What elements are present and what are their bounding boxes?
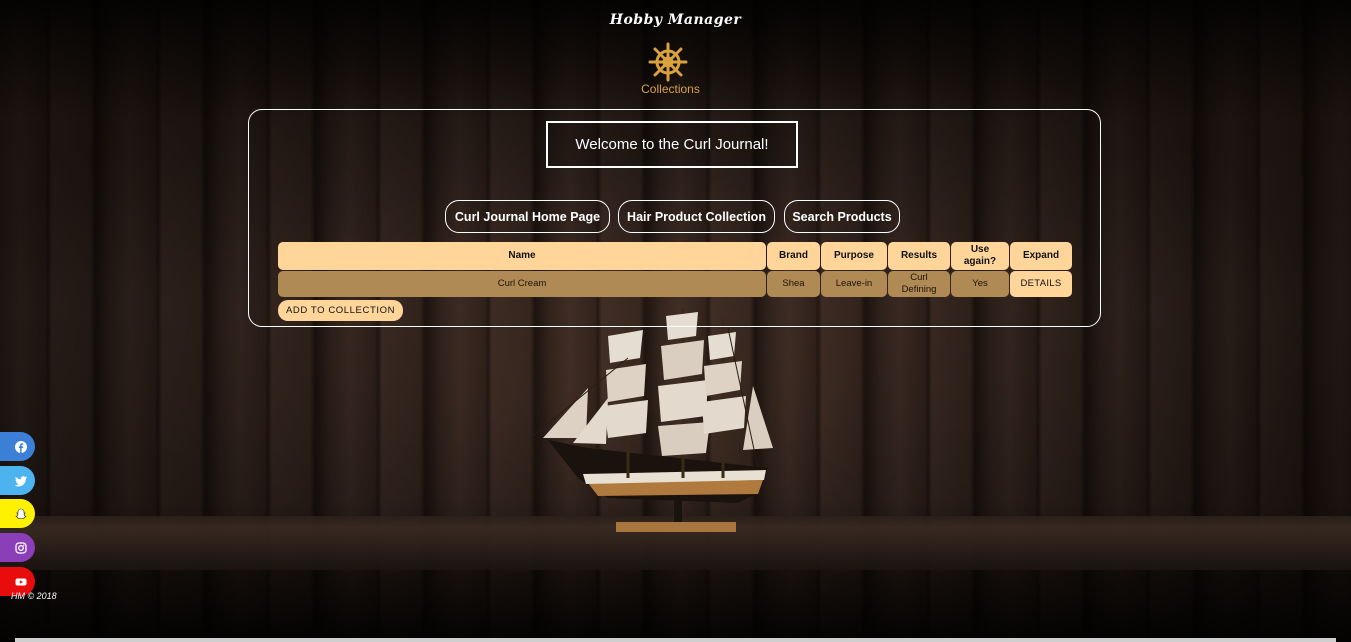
facebook-icon: [14, 440, 27, 453]
column-header-purpose: Purpose: [821, 242, 887, 270]
table-cell-name: Curl Cream: [278, 271, 766, 297]
instagram-link[interactable]: [0, 533, 35, 562]
snapchat-link[interactable]: [0, 499, 35, 528]
column-header-brand: Brand: [767, 242, 820, 270]
twitter-icon: [14, 475, 27, 486]
footer-copyright: HM © 2018: [11, 591, 57, 601]
curl-journal-home-button[interactable]: Curl Journal Home Page: [445, 200, 610, 233]
add-to-collection-button[interactable]: ADD TO COLLECTION: [278, 300, 403, 321]
instagram-icon: [14, 541, 27, 554]
welcome-banner: Welcome to the Curl Journal!: [546, 121, 798, 168]
column-header-expand: Expand: [1010, 242, 1072, 270]
column-header-use-again: Use again?: [951, 242, 1009, 270]
table-cell-results: Curl Defining: [888, 271, 950, 297]
hair-product-collection-button[interactable]: Hair Product Collection: [618, 200, 775, 233]
app-title: Hobby Manager: [609, 12, 742, 28]
collections-link[interactable]: Collections: [0, 82, 1341, 96]
ship-model-image: [532, 308, 773, 532]
table-cell-purpose: Leave-in: [821, 271, 887, 297]
facebook-link[interactable]: [0, 432, 35, 461]
youtube-icon: [15, 578, 26, 585]
table-cell-use-again: Yes: [951, 271, 1009, 297]
search-products-button[interactable]: Search Products: [784, 200, 900, 233]
table-cell-brand: Shea: [767, 271, 820, 297]
column-header-results: Results: [888, 242, 950, 270]
ship-wheel-icon[interactable]: [648, 42, 688, 82]
column-header-name: Name: [278, 242, 766, 270]
details-button[interactable]: DETAILS: [1010, 271, 1072, 297]
twitter-link[interactable]: [0, 466, 35, 495]
horizontal-scrollbar[interactable]: [15, 638, 1336, 642]
snapchat-icon: [15, 508, 26, 519]
